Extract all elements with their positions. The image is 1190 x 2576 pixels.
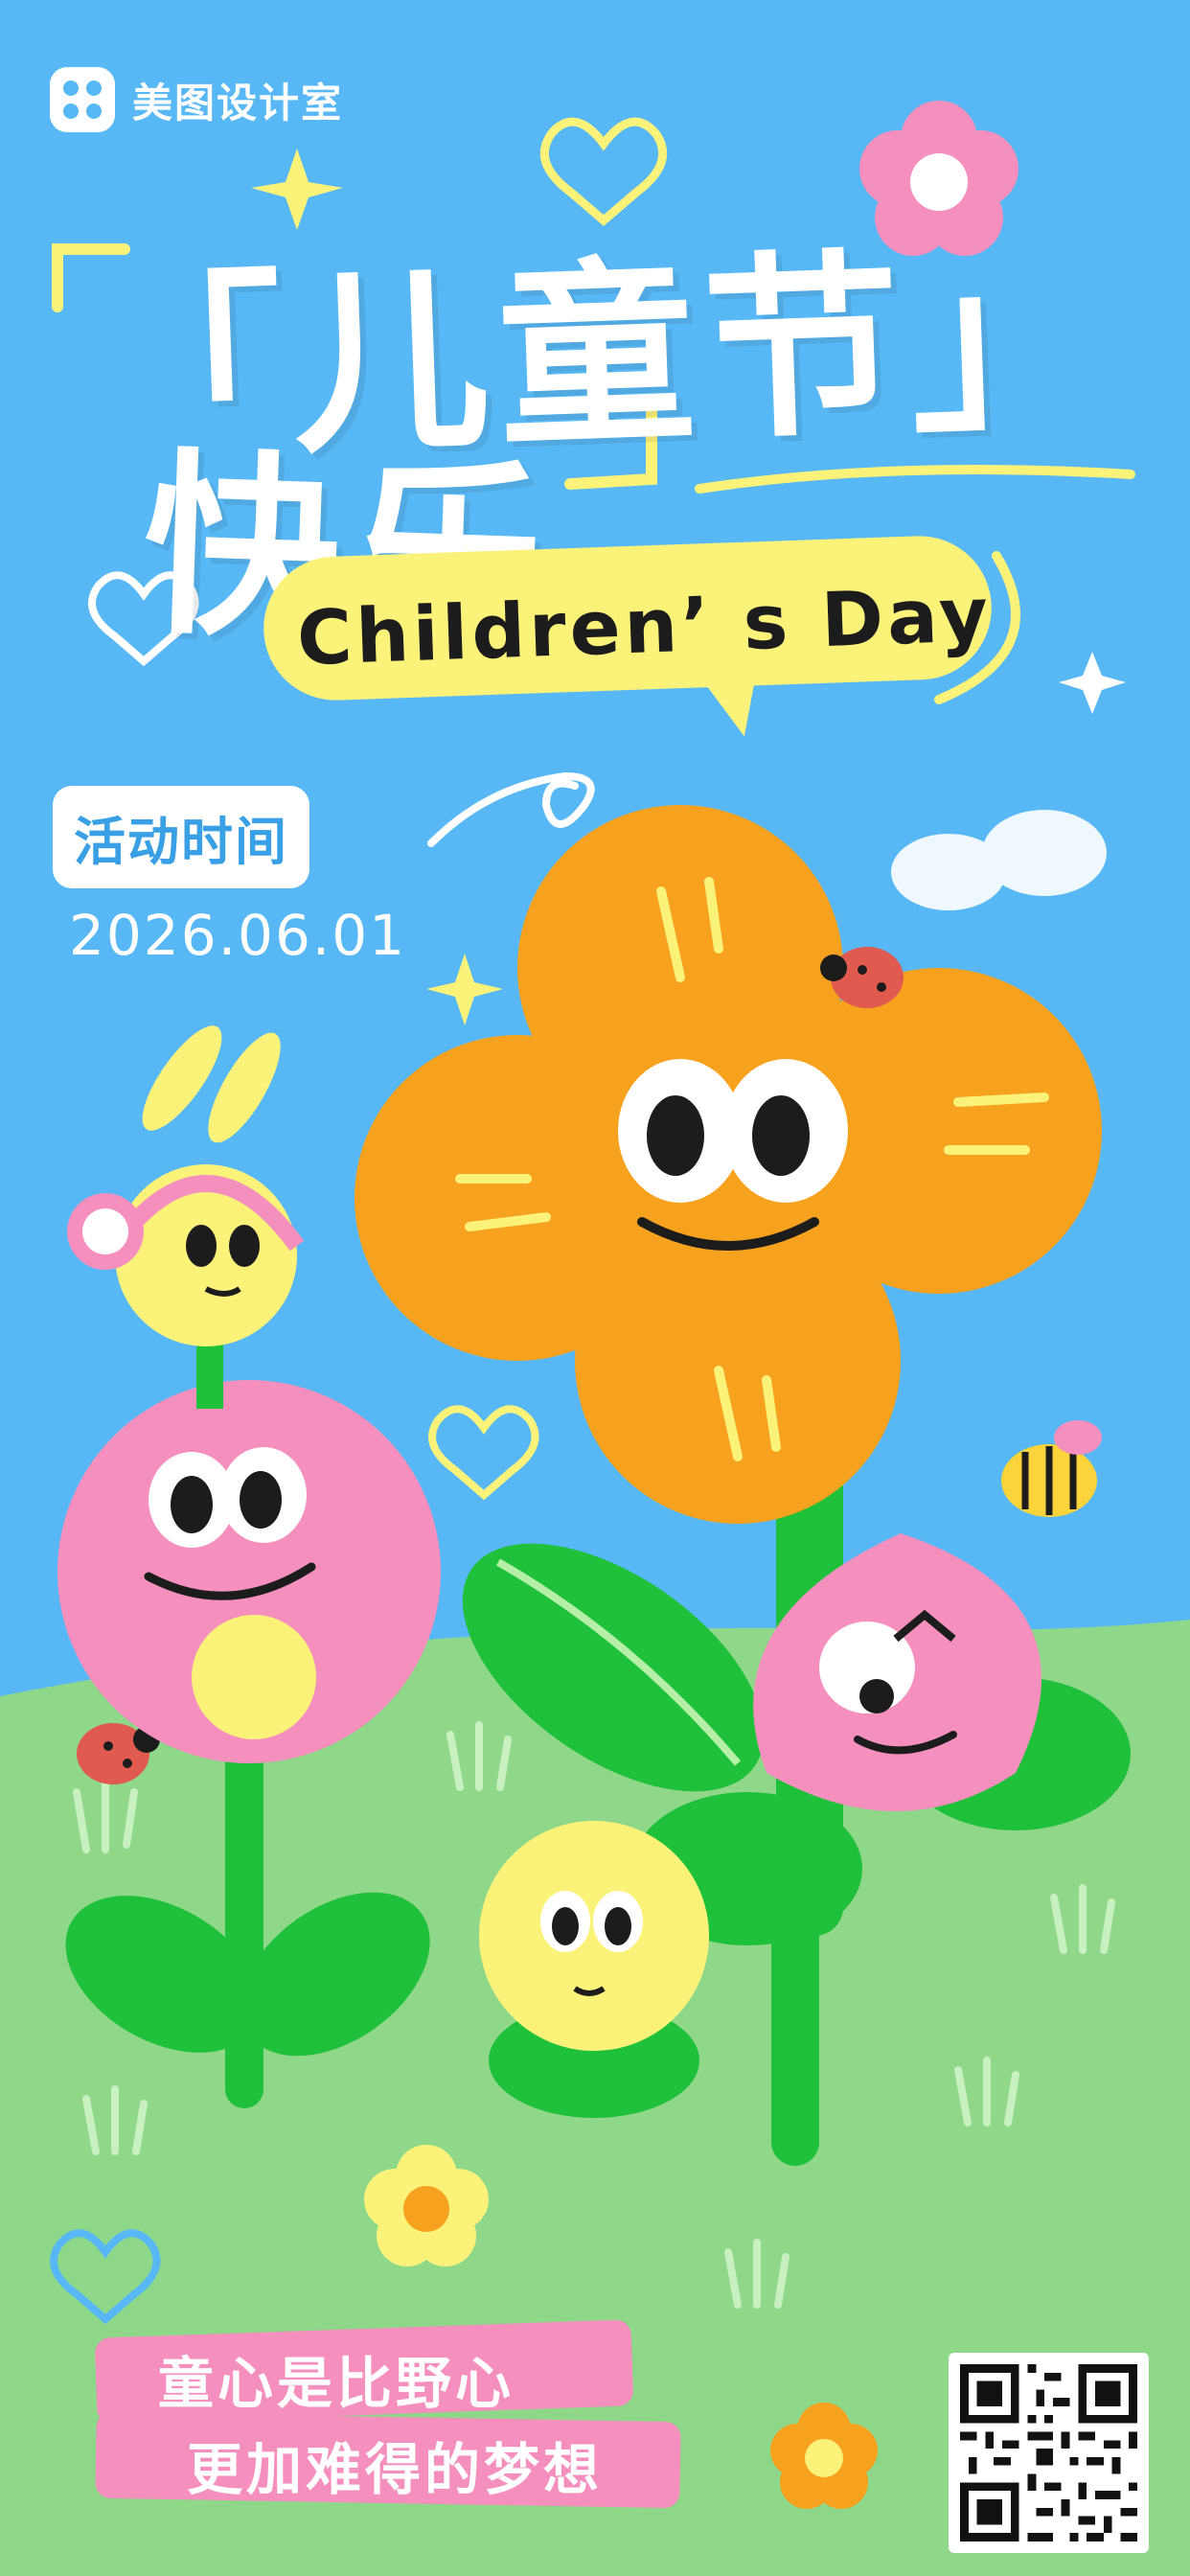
- cloud-icon: [891, 810, 1107, 910]
- star-icon: [426, 954, 503, 1025]
- brand-logo: 美图设计室: [50, 67, 343, 132]
- slogan-line-2: 更加难得的梦想: [187, 2437, 604, 2502]
- logo-icon: [50, 67, 115, 132]
- slogan-line-1: 童心是比野心: [158, 2351, 515, 2416]
- event-date: 2026.06.01: [69, 903, 407, 968]
- star-icon: [1059, 652, 1126, 714]
- qr-code-icon: [949, 2353, 1149, 2553]
- poster: 美图设计室 「儿童节」快乐 Children’ s Day 活动时间 2026.…: [0, 0, 1190, 2576]
- heart-icon: [428, 1405, 539, 1501]
- yellow-flower-character: [479, 1821, 709, 2118]
- heart-icon: [539, 117, 668, 226]
- subtitle-bubble-tail: [693, 656, 773, 744]
- bee-icon: [1001, 1420, 1102, 1517]
- logo-text: 美图设计室: [132, 79, 344, 126]
- event-time-label: 活动时间: [53, 786, 309, 888]
- star-icon: [251, 149, 343, 230]
